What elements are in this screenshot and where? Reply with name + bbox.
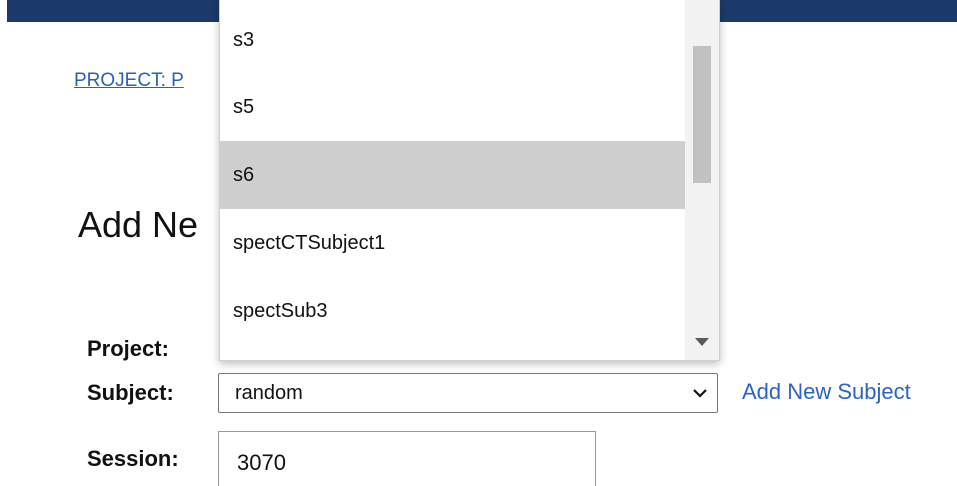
dropdown-option-label: spectSub3 [233,300,328,322]
project-label: Project: [87,336,169,361]
add-new-subject-link[interactable]: Add New Subject [742,379,911,405]
session-input[interactable]: 3070 [218,431,596,486]
session-label: Session: [87,446,179,471]
session-input-value: 3070 [237,450,286,475]
subject-label: Subject: [87,380,174,405]
chevron-down-icon [693,389,707,398]
scroll-down-arrow-icon[interactable] [695,338,709,346]
dropdown-option-label: s6 [233,164,255,186]
subject-dropdown-list[interactable]: s3 s5 s6 spectCTSubject1 spectSub3 [219,0,720,361]
page-title: Add Ne [78,204,199,245]
dropdown-scrollbar[interactable] [685,0,719,360]
dropdown-option-s5[interactable]: s5 [220,73,685,141]
dropdown-option-label: s5 [233,96,255,118]
breadcrumb-project-link[interactable]: PROJECT: P [74,70,184,92]
dropdown-option-s6[interactable]: s6 [220,141,685,209]
dropdown-option-s3[interactable]: s3 [220,5,685,73]
dropdown-option-spectctsubject1[interactable]: spectCTSubject1 [220,209,685,277]
dropdown-option-label: spectCTSubject1 [233,232,386,254]
dropdown-option-spectsub3[interactable]: spectSub3 [220,277,685,345]
subject-select[interactable]: random [218,373,718,413]
subject-select-value: random [235,382,303,404]
dropdown-option-label: s3 [233,29,255,51]
dropdown-options: s3 s5 s6 spectCTSubject1 spectSub3 [220,0,685,360]
scrollbar-thumb[interactable] [693,46,711,183]
